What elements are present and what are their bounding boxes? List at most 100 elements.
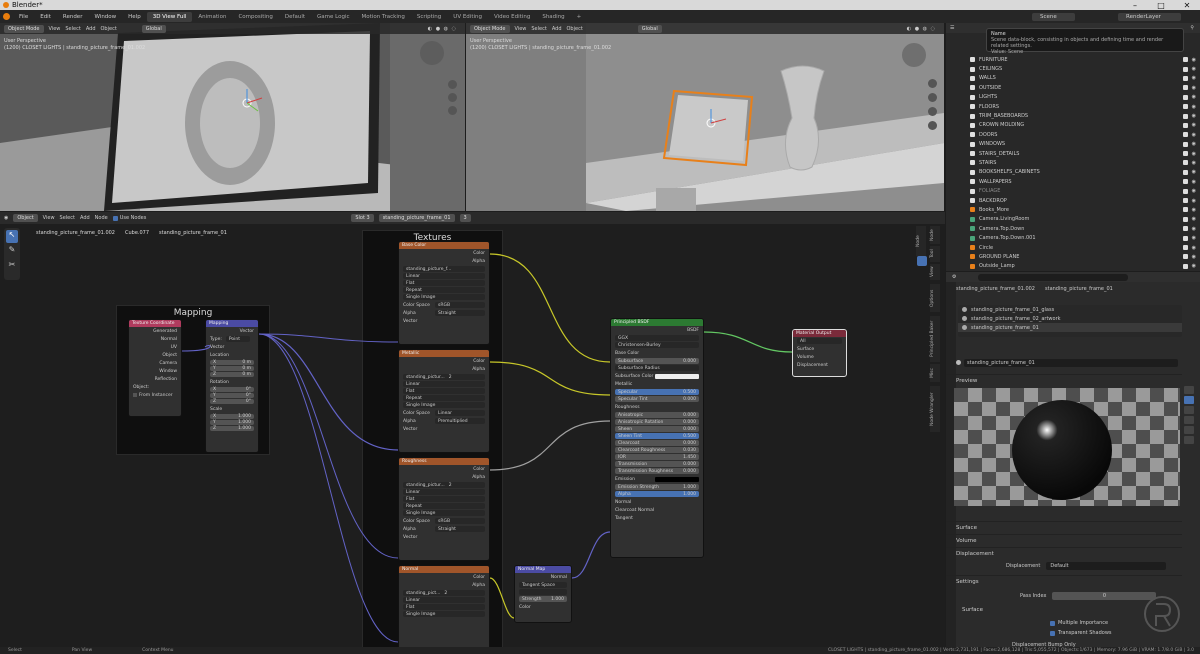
side-tab-view[interactable]: View: [930, 264, 940, 280]
transmission-roughness-field[interactable]: Transmission Roughness 0.000: [615, 468, 699, 474]
rotation-z[interactable]: Z 0°: [210, 399, 254, 404]
visibility-eye-icon[interactable]: ◉: [1192, 151, 1196, 157]
section-volume[interactable]: Volume: [946, 534, 1182, 546]
menu-view[interactable]: View: [49, 26, 61, 32]
menu-add[interactable]: Add: [552, 26, 562, 32]
transform-orientation-dropdown[interactable]: Global: [141, 24, 166, 33]
target-dropdown[interactable]: All: [797, 338, 842, 344]
multiple-importance-checkbox[interactable]: Multiple Importance: [1050, 620, 1108, 626]
include-checkbox[interactable]: [1183, 179, 1188, 185]
distribution-dropdown[interactable]: GGX: [615, 335, 699, 341]
filter-icon[interactable]: ⚲: [1190, 25, 1194, 31]
visibility-eye-icon[interactable]: ◉: [1192, 113, 1196, 119]
alpha-field[interactable]: Alpha 1.000: [615, 491, 699, 497]
color-space-dropdown[interactable]: sRGB: [435, 518, 485, 524]
outliner-item[interactable]: CEILINGS ◉: [946, 64, 1200, 73]
interpolation-dropdown[interactable]: Linear: [403, 489, 485, 495]
material-selector[interactable]: standing_picture_frame_01: [378, 214, 455, 222]
transparent-shadows-checkbox[interactable]: Transparent Shadows: [1050, 630, 1112, 636]
outliner-item[interactable]: Camera.LivingRoom ◉: [946, 215, 1200, 224]
node-image-texture-roughness[interactable]: Roughness Color Alpha standing_pictur...…: [398, 457, 490, 561]
extension-dropdown[interactable]: Repeat: [403, 503, 485, 509]
outliner-item[interactable]: OUTSIDE ◉: [946, 83, 1200, 92]
include-checkbox[interactable]: [1183, 113, 1188, 119]
close-icon[interactable]: ✕: [1174, 1, 1200, 10]
side-tab-node-wrangler[interactable]: Node Wrangler: [930, 386, 940, 432]
camera-view-icon[interactable]: [928, 107, 937, 116]
subsurface-field[interactable]: Subsurface 0.000: [615, 358, 699, 364]
from-instancer-checkbox[interactable]: From Instancer: [129, 391, 181, 399]
minimize-icon[interactable]: –: [1122, 1, 1148, 10]
sheen-tint-field[interactable]: Sheen Tint 0.500: [615, 433, 699, 439]
menu-view[interactable]: View: [515, 26, 527, 32]
outliner-item[interactable]: Camera.Top.Down.001 ◉: [946, 233, 1200, 242]
menu-select[interactable]: Select: [65, 26, 80, 32]
include-checkbox[interactable]: [1183, 141, 1188, 147]
visibility-eye-icon[interactable]: ◉: [1192, 226, 1196, 232]
include-checkbox[interactable]: [1183, 94, 1188, 100]
visibility-eye-icon[interactable]: ◉: [1192, 216, 1196, 222]
view-icon[interactable]: [917, 256, 927, 266]
outliner[interactable]: ☰ ⚲ Name Scene data-block, consisting in…: [946, 23, 1200, 271]
search-input[interactable]: [978, 273, 1129, 281]
outliner-item[interactable]: Circle ◉: [946, 243, 1200, 252]
include-checkbox[interactable]: [1183, 263, 1188, 269]
tab-uv-editing[interactable]: UV Editing: [447, 12, 488, 22]
tab-scripting[interactable]: Scripting: [411, 12, 447, 22]
transform-orientation-dropdown[interactable]: Global: [637, 24, 662, 33]
grid-view-icon[interactable]: [928, 121, 937, 130]
location-z[interactable]: Z 0 m: [210, 372, 254, 377]
include-checkbox[interactable]: [1183, 66, 1188, 72]
visibility-eye-icon[interactable]: ◉: [1192, 141, 1196, 147]
preview-type-icons[interactable]: [1184, 384, 1194, 464]
strength-field[interactable]: Strength 1.000: [519, 596, 567, 602]
tab-3d-view-full[interactable]: 3D View Full: [146, 11, 193, 22]
outliner-item[interactable]: WINDOWS ◉: [946, 140, 1200, 149]
source-dropdown[interactable]: Single Image: [403, 294, 485, 300]
include-checkbox[interactable]: [1183, 75, 1188, 81]
projection-dropdown[interactable]: Flat: [403, 496, 485, 502]
section-settings[interactable]: Settings: [946, 575, 1182, 587]
alpha-dropdown[interactable]: Straight: [435, 310, 485, 316]
visibility-eye-icon[interactable]: ◉: [1192, 94, 1196, 100]
menu-add[interactable]: Add: [86, 26, 96, 32]
outliner-item[interactable]: FOLIAGE ◉: [946, 186, 1200, 195]
scale-y[interactable]: Y 1.000: [210, 420, 254, 425]
node-normal-map[interactable]: Normal Map Normal Tangent Space Strength…: [514, 565, 572, 623]
interpolation-dropdown[interactable]: Linear: [403, 381, 485, 387]
node-mapping[interactable]: Mapping Vector Type: Point Vector Locatio…: [205, 319, 259, 453]
include-checkbox[interactable]: [1183, 122, 1188, 128]
display-mode-icon[interactable]: ☰: [950, 25, 954, 31]
node-principled-bsdf[interactable]: Principled BSDF BSDF GGX Christensen-Bur…: [610, 318, 704, 558]
pass-index-field[interactable]: 0: [1052, 592, 1157, 600]
image-selector[interactable]: standing_pictur... 2: [403, 374, 485, 380]
anisotropic-field[interactable]: Anisotropic 0.000: [615, 412, 699, 418]
source-dropdown[interactable]: Single Image: [403, 510, 485, 516]
object-mode-dropdown[interactable]: Object Mode: [470, 24, 510, 33]
tab-video-editing[interactable]: Video Editing: [488, 12, 536, 22]
anisotropic-rotation-field[interactable]: Anisotropic Rotation 0.000: [615, 419, 699, 425]
include-checkbox[interactable]: [1183, 188, 1188, 194]
include-checkbox[interactable]: [1183, 216, 1188, 222]
side-tab-options[interactable]: Options: [930, 284, 940, 312]
interpolation-dropdown[interactable]: Linear: [403, 597, 485, 603]
zoom-icon[interactable]: [928, 79, 937, 88]
outliner-item[interactable]: Books_More ◉: [946, 205, 1200, 214]
visibility-eye-icon[interactable]: ◉: [1192, 57, 1196, 63]
viewport-left[interactable]: Object Mode View Select Add Object Globa…: [0, 23, 465, 211]
node-material-output[interactable]: Material Output All Surface Volume Displ…: [792, 329, 847, 377]
node-image-texture-normal[interactable]: Normal Color Alpha standing_pict... 2 Lin…: [398, 565, 490, 654]
editor-type-icon[interactable]: ◉: [4, 215, 8, 221]
visibility-eye-icon[interactable]: ◉: [1192, 85, 1196, 91]
alpha-dropdown[interactable]: Straight: [435, 526, 485, 532]
tab-compositing[interactable]: Compositing: [232, 12, 278, 22]
outliner-item[interactable]: BACKDROP ◉: [946, 196, 1200, 205]
rotation-x[interactable]: X 0°: [210, 387, 254, 392]
side-tab-node[interactable]: Node: [916, 226, 926, 256]
tab-default[interactable]: Default: [279, 12, 311, 22]
image-selector[interactable]: standing_pict... 2: [403, 590, 485, 596]
pan-icon[interactable]: [928, 93, 937, 102]
app-menu-icon[interactable]: [3, 13, 10, 20]
outliner-item[interactable]: DOORS ◉: [946, 130, 1200, 139]
menu-object[interactable]: Object: [567, 26, 583, 32]
